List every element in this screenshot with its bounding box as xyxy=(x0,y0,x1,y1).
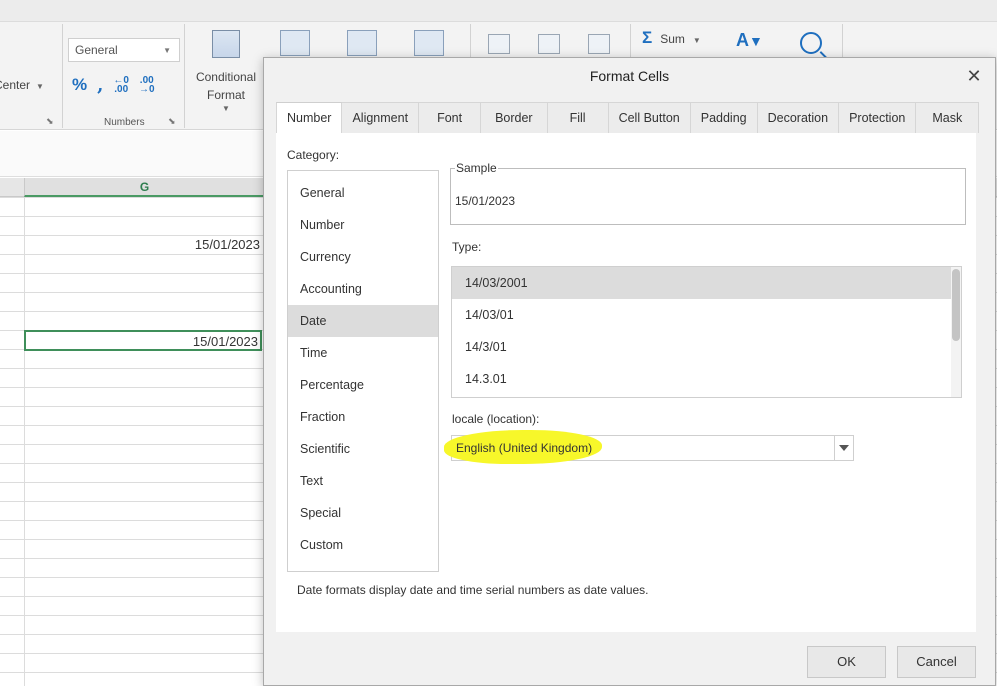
tab-font[interactable]: Font xyxy=(419,102,482,133)
ribbon-separator xyxy=(842,24,843,60)
conditional-format-icon xyxy=(212,30,240,58)
category-item-percentage[interactable]: Percentage xyxy=(288,369,438,401)
category-item-text[interactable]: Text xyxy=(288,465,438,497)
cell-g-date[interactable]: 15/01/2023 xyxy=(24,235,262,254)
column-header-g[interactable]: G xyxy=(24,178,264,197)
tab-border[interactable]: Border xyxy=(481,102,548,133)
search-icon[interactable] xyxy=(800,32,822,54)
category-item-currency[interactable]: Currency xyxy=(288,241,438,273)
autosum-button[interactable]: Σ Sum ▼ xyxy=(642,28,701,48)
category-item-date[interactable]: Date xyxy=(288,305,438,337)
category-item-accounting[interactable]: Accounting xyxy=(288,273,438,305)
tab-cell-button[interactable]: Cell Button xyxy=(608,102,691,133)
scrollbar-thumb[interactable] xyxy=(952,269,960,341)
conditional-format-label-2: Format xyxy=(206,88,245,102)
category-item-special[interactable]: Special xyxy=(288,497,438,529)
numbers-group-label: Numbers xyxy=(104,117,145,128)
format-cells-dialog: Format Cells ✕ Number Alignment Font Bor… xyxy=(263,57,996,686)
type-item[interactable]: 14/03/2001 xyxy=(452,267,961,299)
increase-decimal-icon[interactable]: ←0.00 xyxy=(113,76,129,95)
format-cell-icon[interactable] xyxy=(414,30,444,56)
ribbon-separator xyxy=(62,24,63,128)
category-item-custom[interactable]: Custom xyxy=(288,529,438,561)
alignment-launcher-icon[interactable]: ⬊ xyxy=(46,116,54,127)
tab-padding[interactable]: Padding xyxy=(690,102,758,133)
locale-label: locale (location): xyxy=(452,412,540,426)
sigma-icon: Σ xyxy=(642,28,653,47)
category-item-time[interactable]: Time xyxy=(288,337,438,369)
chevron-down-icon[interactable] xyxy=(834,436,853,460)
chevron-down-icon: ▼ xyxy=(163,46,171,55)
numbers-launcher-icon[interactable]: ⬊ xyxy=(168,116,176,127)
tab-panel-number: Category: General Number Currency Accoun… xyxy=(276,133,976,632)
category-item-scientific[interactable]: Scientific xyxy=(288,433,438,465)
insert-cells-icon[interactable] xyxy=(488,34,510,54)
dialog-title: Format Cells xyxy=(589,68,670,84)
category-item-general[interactable]: General xyxy=(288,177,438,209)
category-description: Date formats display date and time seria… xyxy=(297,583,649,597)
sample-label: Sample xyxy=(455,161,498,175)
tab-protection[interactable]: Protection xyxy=(839,102,917,133)
number-format-value: General xyxy=(75,43,118,57)
grid-column-line xyxy=(24,197,25,686)
tab-fill[interactable]: Fill xyxy=(547,102,609,133)
number-format-buttons: % , ←0.00 .00 →0 xyxy=(72,74,155,96)
chevron-down-icon: ▼ xyxy=(222,104,230,113)
chevron-down-icon: ▼ xyxy=(692,36,701,45)
conditional-format-button[interactable]: Conditional Format ▼ xyxy=(190,30,262,113)
type-item[interactable]: 14.3.01 xyxy=(452,363,961,395)
category-item-number[interactable]: Number xyxy=(288,209,438,241)
ok-button[interactable]: OK xyxy=(807,646,886,678)
category-label: Category: xyxy=(287,148,340,162)
conditional-format-label: Conditional xyxy=(195,70,257,84)
sum-label: Sum xyxy=(660,32,685,46)
tab-strip: Number Alignment Font Border Fill Cell B… xyxy=(276,102,980,133)
cancel-button[interactable]: Cancel xyxy=(897,646,976,678)
format-as-table-icon[interactable] xyxy=(280,30,310,56)
type-item[interactable]: 14/03/01 xyxy=(452,299,961,331)
type-label: Type: xyxy=(452,240,482,254)
category-item-fraction[interactable]: Fraction xyxy=(288,401,438,433)
format-cells-icon[interactable] xyxy=(588,34,610,54)
tab-decoration[interactable]: Decoration xyxy=(757,102,840,133)
number-format-dropdown[interactable]: General ▼ xyxy=(68,38,180,62)
ribbon-separator xyxy=(184,24,185,128)
chevron-down-icon: ▼ xyxy=(36,82,44,91)
delete-cells-icon[interactable] xyxy=(538,34,560,54)
close-icon[interactable]: ✕ xyxy=(963,65,985,87)
tab-number[interactable]: Number xyxy=(276,102,343,133)
active-cell[interactable]: 15/01/2023 xyxy=(24,330,262,351)
sample-value: 15/01/2023 xyxy=(455,194,516,208)
comma-style-icon[interactable]: , xyxy=(97,75,103,96)
locale-value: English (United Kingdom) xyxy=(456,441,593,455)
category-list[interactable]: General Number Currency Accounting Date … xyxy=(287,170,439,572)
decrease-decimal-icon[interactable]: .00 →0 xyxy=(139,76,155,95)
merge-center-label: Center xyxy=(0,78,31,92)
percent-style-icon[interactable]: % xyxy=(72,75,87,95)
locale-dropdown[interactable]: English (United Kingdom) xyxy=(444,430,854,464)
type-list[interactable]: 14/03/2001 14/03/01 14/3/01 14.3.01 xyxy=(451,266,962,398)
sample-group: Sample 15/01/2023 xyxy=(450,161,966,225)
tab-alignment[interactable]: Alignment xyxy=(342,102,420,133)
cell-styles-icon[interactable] xyxy=(347,30,377,56)
tab-mask[interactable]: Mask xyxy=(916,102,980,133)
type-list-scrollbar[interactable] xyxy=(951,267,961,397)
type-item[interactable]: 14/3/01 xyxy=(452,331,961,363)
ribbon-tab-strip xyxy=(0,0,997,22)
sort-filter-icon[interactable]: A▼ xyxy=(736,30,763,51)
merge-center-button[interactable]: Center ▼ xyxy=(0,78,44,92)
